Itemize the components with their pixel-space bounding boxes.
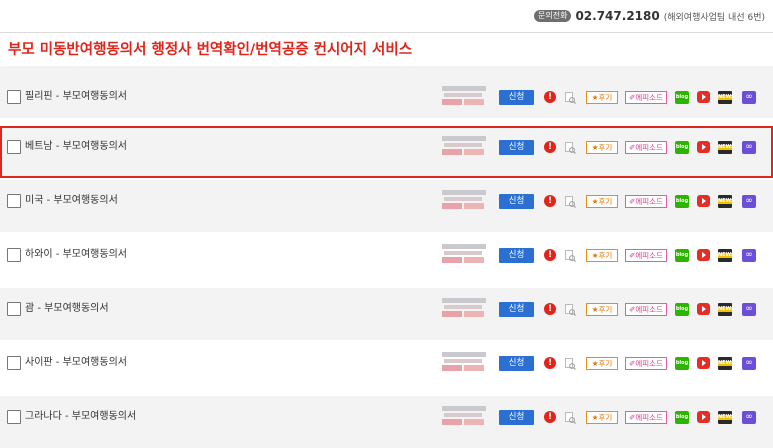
row-checkbox[interactable] [7, 356, 21, 370]
review-button[interactable]: ★후기 [586, 357, 618, 370]
alert-icon[interactable]: ! [544, 249, 556, 261]
blog-icon[interactable]: blog [675, 411, 689, 424]
link-icon[interactable]: ∞ [742, 249, 756, 262]
youtube-icon[interactable] [697, 357, 710, 369]
row-label[interactable]: 괌 - 부모여행동의서 [25, 302, 109, 316]
alert-icon[interactable]: ! [544, 357, 556, 369]
row-label[interactable]: 그라나다 - 부모여행동의서 [25, 410, 136, 424]
news-icon[interactable]: NEWS [718, 357, 735, 370]
table-row: 괌 - 부모여행동의서 신청 ! ★후기 ✐에피소드 blog NEWS ∞ [0, 288, 773, 340]
news-icon[interactable]: NEWS [718, 303, 735, 316]
review-button[interactable]: ★후기 [586, 195, 618, 208]
review-button[interactable]: ★후기 [586, 141, 618, 154]
review-button[interactable]: ★후기 [586, 303, 618, 316]
alert-icon[interactable]: ! [544, 195, 556, 207]
apply-button[interactable]: 신청 [499, 140, 534, 155]
episode-button[interactable]: ✐에피소드 [625, 411, 667, 424]
review-button[interactable]: ★후기 [586, 249, 618, 262]
row-label[interactable]: 필리핀 - 부모여행동의서 [25, 90, 127, 104]
search-doc-icon[interactable] [565, 304, 576, 316]
header-divider [0, 32, 773, 33]
blog-icon[interactable]: blog [675, 91, 689, 104]
table-row: 사이판 - 부모여행동의서 신청 ! ★후기 ✐에피소드 blog NEWS ∞ [0, 342, 773, 394]
row-label[interactable]: 미국 - 부모여행동의서 [25, 194, 118, 208]
contact-note: (해외여행사업팀 내선 6번) [663, 12, 765, 23]
news-icon[interactable]: NEWS [718, 195, 735, 208]
news-icon[interactable]: NEWS [718, 91, 735, 104]
search-doc-icon[interactable] [565, 92, 576, 104]
search-doc-icon[interactable] [565, 358, 576, 370]
blurred-thumbnail [442, 190, 486, 212]
news-icon[interactable]: NEWS [718, 249, 735, 262]
blog-icon[interactable]: blog [675, 249, 689, 262]
youtube-icon[interactable] [697, 249, 710, 261]
search-doc-icon[interactable] [565, 412, 576, 424]
alert-icon[interactable]: ! [544, 411, 556, 423]
contact-bar: 문의전화 02.747.2180 (해외여행사업팀 내선 6번) [0, 0, 773, 32]
youtube-icon[interactable] [697, 303, 710, 315]
row-checkbox[interactable] [7, 302, 21, 316]
table-row: 필리핀 - 부모여행동의서 신청 ! ★후기 ✐에피소드 blog NEWS ∞ [0, 66, 773, 118]
apply-button[interactable]: 신청 [499, 194, 534, 209]
episode-button[interactable]: ✐에피소드 [625, 357, 667, 370]
row-label[interactable]: 베트남 - 부모여행동의서 [25, 140, 127, 154]
apply-button[interactable]: 신청 [499, 356, 534, 371]
table-row: 베트남 - 부모여행동의서 신청 ! ★후기 ✐에피소드 blog NEWS ∞ [0, 126, 773, 178]
episode-button[interactable]: ✐에피소드 [625, 91, 667, 104]
blog-icon[interactable]: blog [675, 357, 689, 370]
alert-icon[interactable]: ! [544, 91, 556, 103]
youtube-icon[interactable] [697, 195, 710, 207]
alert-icon[interactable]: ! [544, 303, 556, 315]
apply-button[interactable]: 신청 [499, 248, 534, 263]
row-checkbox[interactable] [7, 140, 21, 154]
row-label[interactable]: 사이판 - 부모여행동의서 [25, 356, 127, 370]
blurred-thumbnail [442, 298, 486, 320]
episode-button[interactable]: ✐에피소드 [625, 195, 667, 208]
contact-badge: 문의전화 [534, 10, 572, 22]
review-button[interactable]: ★후기 [586, 91, 618, 104]
blurred-thumbnail [442, 406, 486, 428]
search-doc-icon[interactable] [565, 142, 576, 154]
apply-button[interactable]: 신청 [499, 90, 534, 105]
blog-icon[interactable]: blog [675, 303, 689, 316]
review-button[interactable]: ★후기 [586, 411, 618, 424]
page-title: 부모 미동반여행동의서 행정사 번역확인/번역공증 컨시어지 서비스 [8, 42, 413, 58]
blurred-thumbnail [442, 352, 486, 374]
apply-button[interactable]: 신청 [499, 410, 534, 425]
row-checkbox[interactable] [7, 248, 21, 262]
row-label[interactable]: 하와이 - 부모여행동의서 [25, 248, 127, 262]
episode-button[interactable]: ✐에피소드 [625, 303, 667, 316]
row-checkbox[interactable] [7, 410, 21, 424]
blog-icon[interactable]: blog [675, 141, 689, 154]
search-doc-icon[interactable] [565, 250, 576, 262]
link-icon[interactable]: ∞ [742, 91, 756, 104]
blurred-thumbnail [442, 244, 486, 266]
youtube-icon[interactable] [697, 411, 710, 423]
table-row: 미국 - 부모여행동의서 신청 ! ★후기 ✐에피소드 blog NEWS ∞ [0, 180, 773, 232]
youtube-icon[interactable] [697, 141, 710, 153]
link-icon[interactable]: ∞ [742, 411, 756, 424]
link-icon[interactable]: ∞ [742, 195, 756, 208]
youtube-icon[interactable] [697, 91, 710, 103]
apply-button[interactable]: 신청 [499, 302, 534, 317]
episode-button[interactable]: ✐에피소드 [625, 249, 667, 262]
table-row: 그라나다 - 부모여행동의서 신청 ! ★후기 ✐에피소드 blog NEWS … [0, 396, 773, 448]
news-icon[interactable]: NEWS [718, 411, 735, 424]
link-icon[interactable]: ∞ [742, 141, 756, 154]
episode-button[interactable]: ✐에피소드 [625, 141, 667, 154]
table-row: 하와이 - 부모여행동의서 신청 ! ★후기 ✐에피소드 blog NEWS ∞ [0, 234, 773, 286]
contact-phone-number[interactable]: 02.747.2180 [575, 9, 659, 23]
link-icon[interactable]: ∞ [742, 357, 756, 370]
blog-icon[interactable]: blog [675, 195, 689, 208]
row-checkbox[interactable] [7, 90, 21, 104]
alert-icon[interactable]: ! [544, 141, 556, 153]
search-doc-icon[interactable] [565, 196, 576, 208]
blurred-thumbnail [442, 136, 486, 158]
news-icon[interactable]: NEWS [718, 141, 735, 154]
link-icon[interactable]: ∞ [742, 303, 756, 316]
blurred-thumbnail [442, 86, 486, 108]
row-checkbox[interactable] [7, 194, 21, 208]
